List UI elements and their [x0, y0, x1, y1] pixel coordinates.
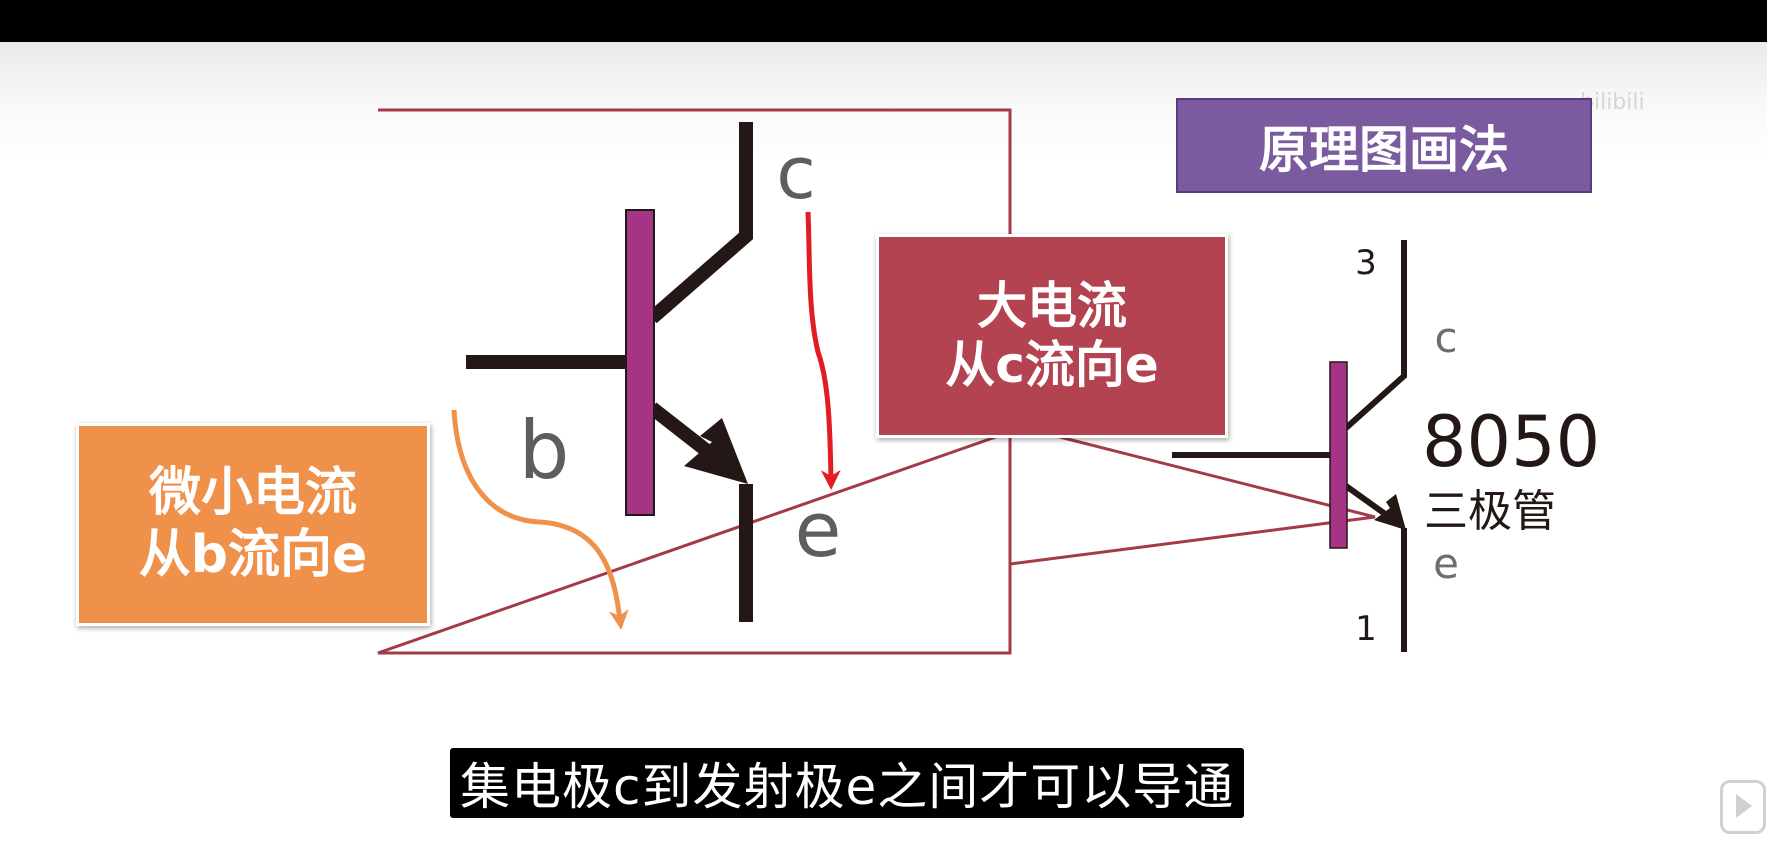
big-base-label: b — [519, 404, 570, 497]
big-collector-label: c — [776, 131, 816, 215]
small-current-line1: 微小电流 — [148, 463, 357, 524]
play-icon[interactable] — [1720, 780, 1766, 834]
small-emitter-label: e — [1433, 539, 1459, 588]
large-current-line2: 从c流向e — [945, 336, 1159, 394]
big-emitter-arrow — [684, 418, 748, 484]
large-current-callout: 大电流 从c流向e — [876, 234, 1228, 438]
zoom-connector — [1009, 430, 1376, 566]
big-transistor-symbol — [466, 122, 753, 622]
video-subtitle: 集电极c到发射极e之间才可以导通 — [450, 748, 1245, 818]
pin-1-label: 1 — [1355, 609, 1377, 649]
slide-title: 原理图画法 — [1176, 98, 1592, 193]
small-current-line2: 从b流向e — [138, 524, 368, 585]
big-base-bar — [625, 209, 655, 516]
small-base-bar — [1329, 361, 1348, 549]
part-type-label: 三极管 — [1424, 486, 1556, 537]
large-current-line1: 大电流 — [977, 277, 1127, 335]
part-number-label: 8050 — [1422, 401, 1600, 483]
pin-3-label: 3 — [1355, 243, 1377, 283]
red-current-arrow — [805, 211, 841, 490]
small-collector-label: c — [1434, 313, 1457, 362]
subtitle-text: 集电极c到发射极e之间才可以导通 — [460, 758, 1235, 816]
slide-title-text: 原理图画法 — [1259, 120, 1509, 179]
big-emitter-label: e — [795, 485, 842, 574]
big-collector-lead — [647, 122, 753, 324]
small-current-callout: 微小电流 从b流向e — [76, 423, 430, 626]
